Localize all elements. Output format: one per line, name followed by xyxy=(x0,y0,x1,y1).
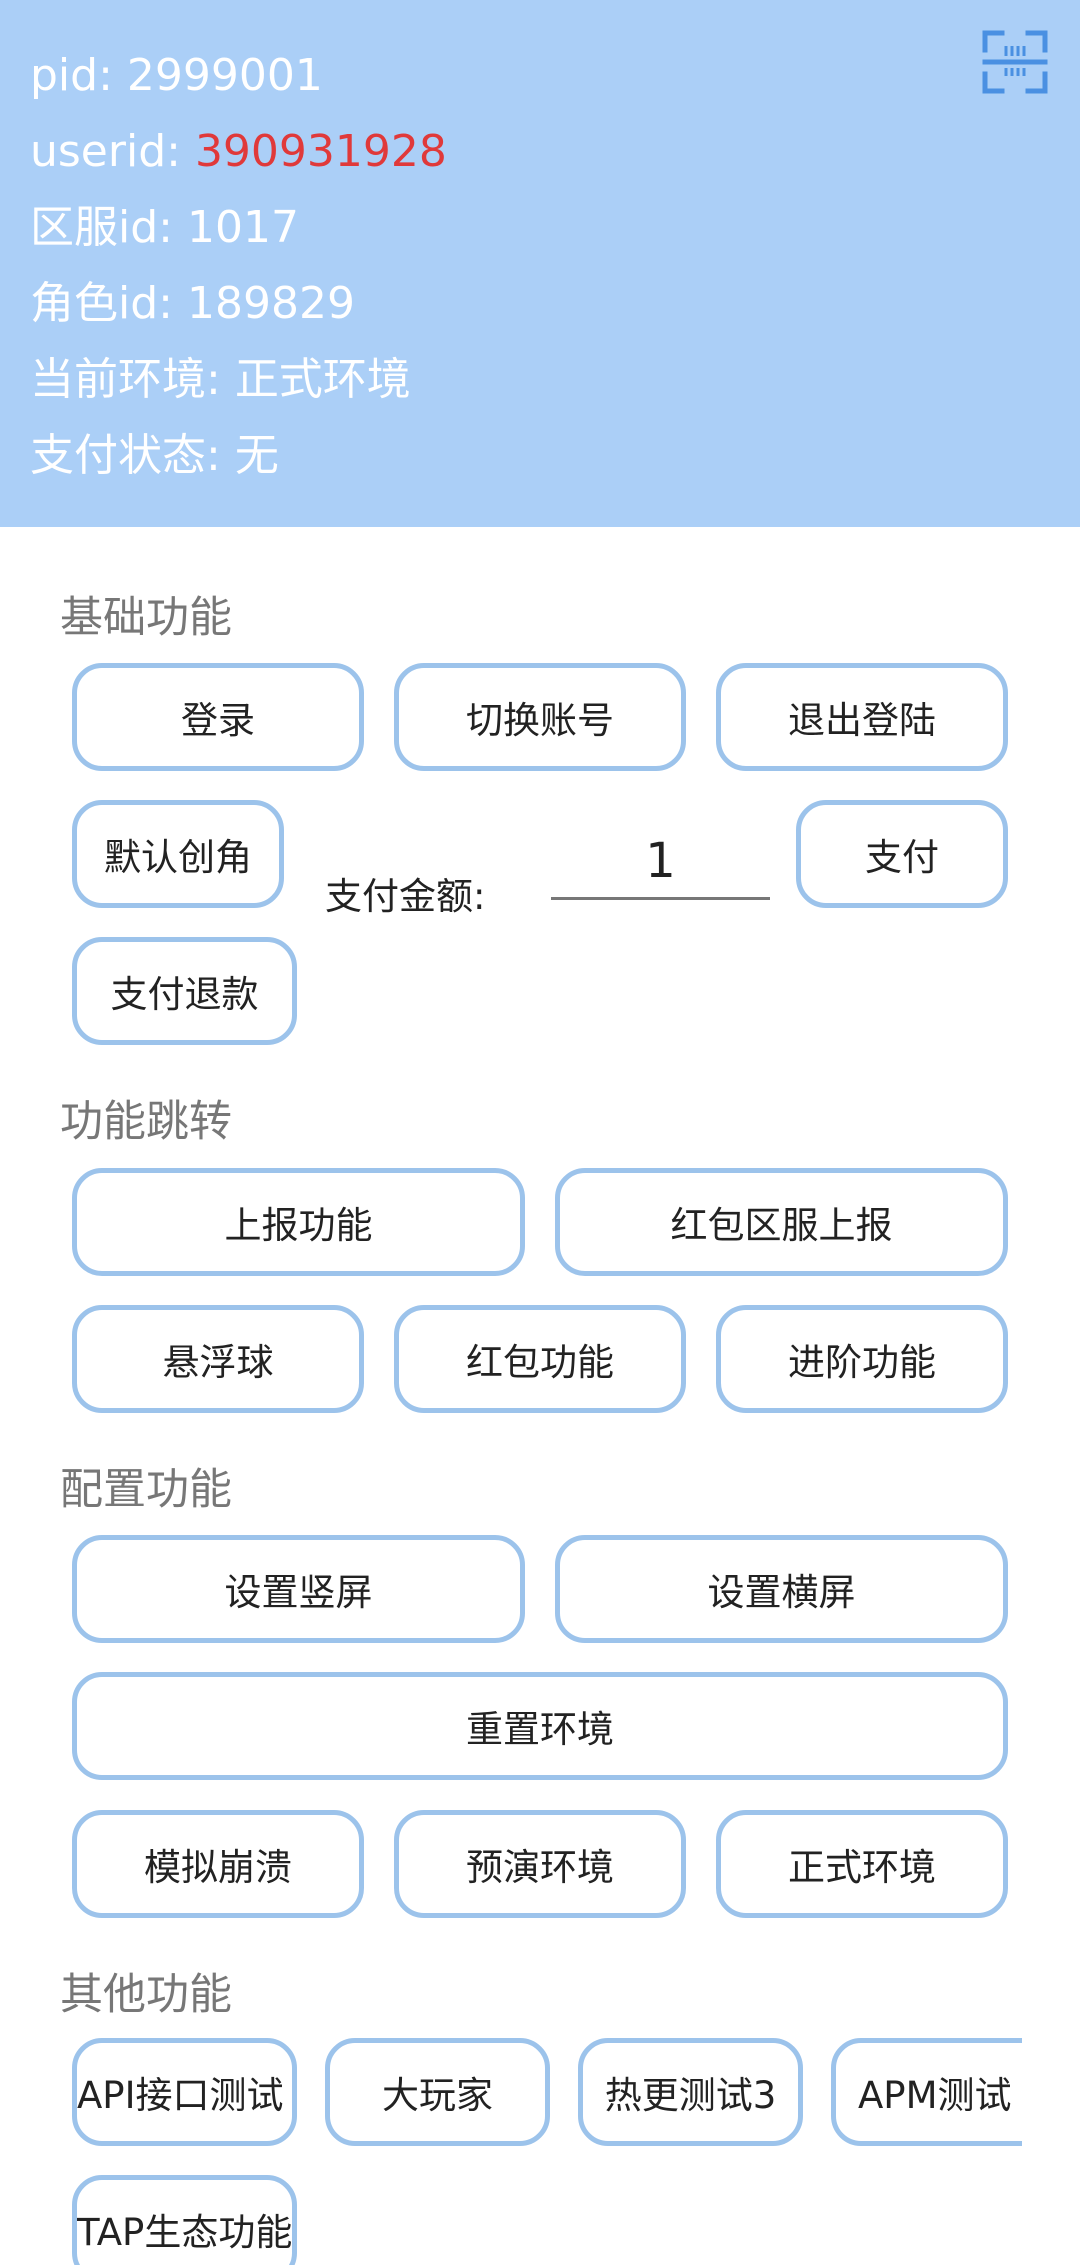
redpacket-server-report-button[interactable]: 红包区服上报 xyxy=(555,1168,1008,1276)
userid-label: userid: xyxy=(30,126,195,177)
pid-label: pid: xyxy=(30,50,127,101)
apm-test-button[interactable]: APM测试 xyxy=(831,2038,1022,2146)
userid-value: 390931928 xyxy=(194,126,447,177)
section-title-config: 配置功能 xyxy=(60,1465,232,1515)
switch-account-button[interactable]: 切换账号 xyxy=(394,663,686,771)
api-test-button[interactable]: API接口测试 xyxy=(72,2038,297,2146)
other-functions-row: API接口测试 大玩家 热更测试3 APM测试 TAP生态功能 xyxy=(0,2030,1022,2265)
current-env-value: 正式环境 xyxy=(234,354,411,405)
refund-button[interactable]: 支付退款 xyxy=(72,937,297,1045)
tap-eco-button[interactable]: TAP生态功能 xyxy=(72,2175,297,2265)
advanced-button[interactable]: 进阶功能 xyxy=(716,1305,1008,1413)
pay-status-line: 支付状态: 无 xyxy=(30,434,279,478)
big-player-button[interactable]: 大玩家 xyxy=(325,2038,550,2146)
login-button[interactable]: 登录 xyxy=(72,663,364,771)
pay-status-value: 无 xyxy=(234,430,279,481)
pay-amount-input[interactable] xyxy=(551,825,770,900)
userid-line: userid: 390931928 xyxy=(30,130,447,174)
pid-line: pid: 2999001 xyxy=(30,54,323,98)
section-title-jump: 功能跳转 xyxy=(60,1097,232,1147)
pay-amount-label: 支付金额: xyxy=(325,875,486,918)
pay-status-label: 支付状态: xyxy=(30,430,235,481)
redpacket-button[interactable]: 红包功能 xyxy=(394,1305,686,1413)
section-title-other: 其他功能 xyxy=(60,1970,232,2020)
role-id-value: 189829 xyxy=(186,278,355,329)
reset-env-button[interactable]: 重置环境 xyxy=(72,1672,1008,1780)
info-header: pid: 2999001 userid: 390931928 区服id: 101… xyxy=(0,0,1080,527)
hotfix-test-button[interactable]: 热更测试3 xyxy=(578,2038,803,2146)
report-button[interactable]: 上报功能 xyxy=(72,1168,525,1276)
current-env-line: 当前环境: 正式环境 xyxy=(30,358,411,402)
server-id-line: 区服id: 1017 xyxy=(30,206,299,250)
landscape-button[interactable]: 设置横屏 xyxy=(555,1535,1008,1643)
role-id-label: 角色id: xyxy=(30,278,187,329)
current-env-label: 当前环境: xyxy=(30,354,235,405)
prod-env-button[interactable]: 正式环境 xyxy=(716,1810,1008,1918)
float-ball-button[interactable]: 悬浮球 xyxy=(72,1305,364,1413)
default-create-role-button[interactable]: 默认创角 xyxy=(72,800,284,908)
portrait-button[interactable]: 设置竖屏 xyxy=(72,1535,525,1643)
server-id-value: 1017 xyxy=(186,202,299,253)
preview-env-button[interactable]: 预演环境 xyxy=(394,1810,686,1918)
scan-icon[interactable] xyxy=(982,30,1048,94)
logout-button[interactable]: 退出登陆 xyxy=(716,663,1008,771)
pid-value: 2999001 xyxy=(126,50,323,101)
role-id-line: 角色id: 189829 xyxy=(30,282,355,326)
server-id-label: 区服id: xyxy=(30,202,187,253)
simulate-crash-button[interactable]: 模拟崩溃 xyxy=(72,1810,364,1918)
section-title-basic: 基础功能 xyxy=(60,593,232,643)
pay-button[interactable]: 支付 xyxy=(796,800,1008,908)
